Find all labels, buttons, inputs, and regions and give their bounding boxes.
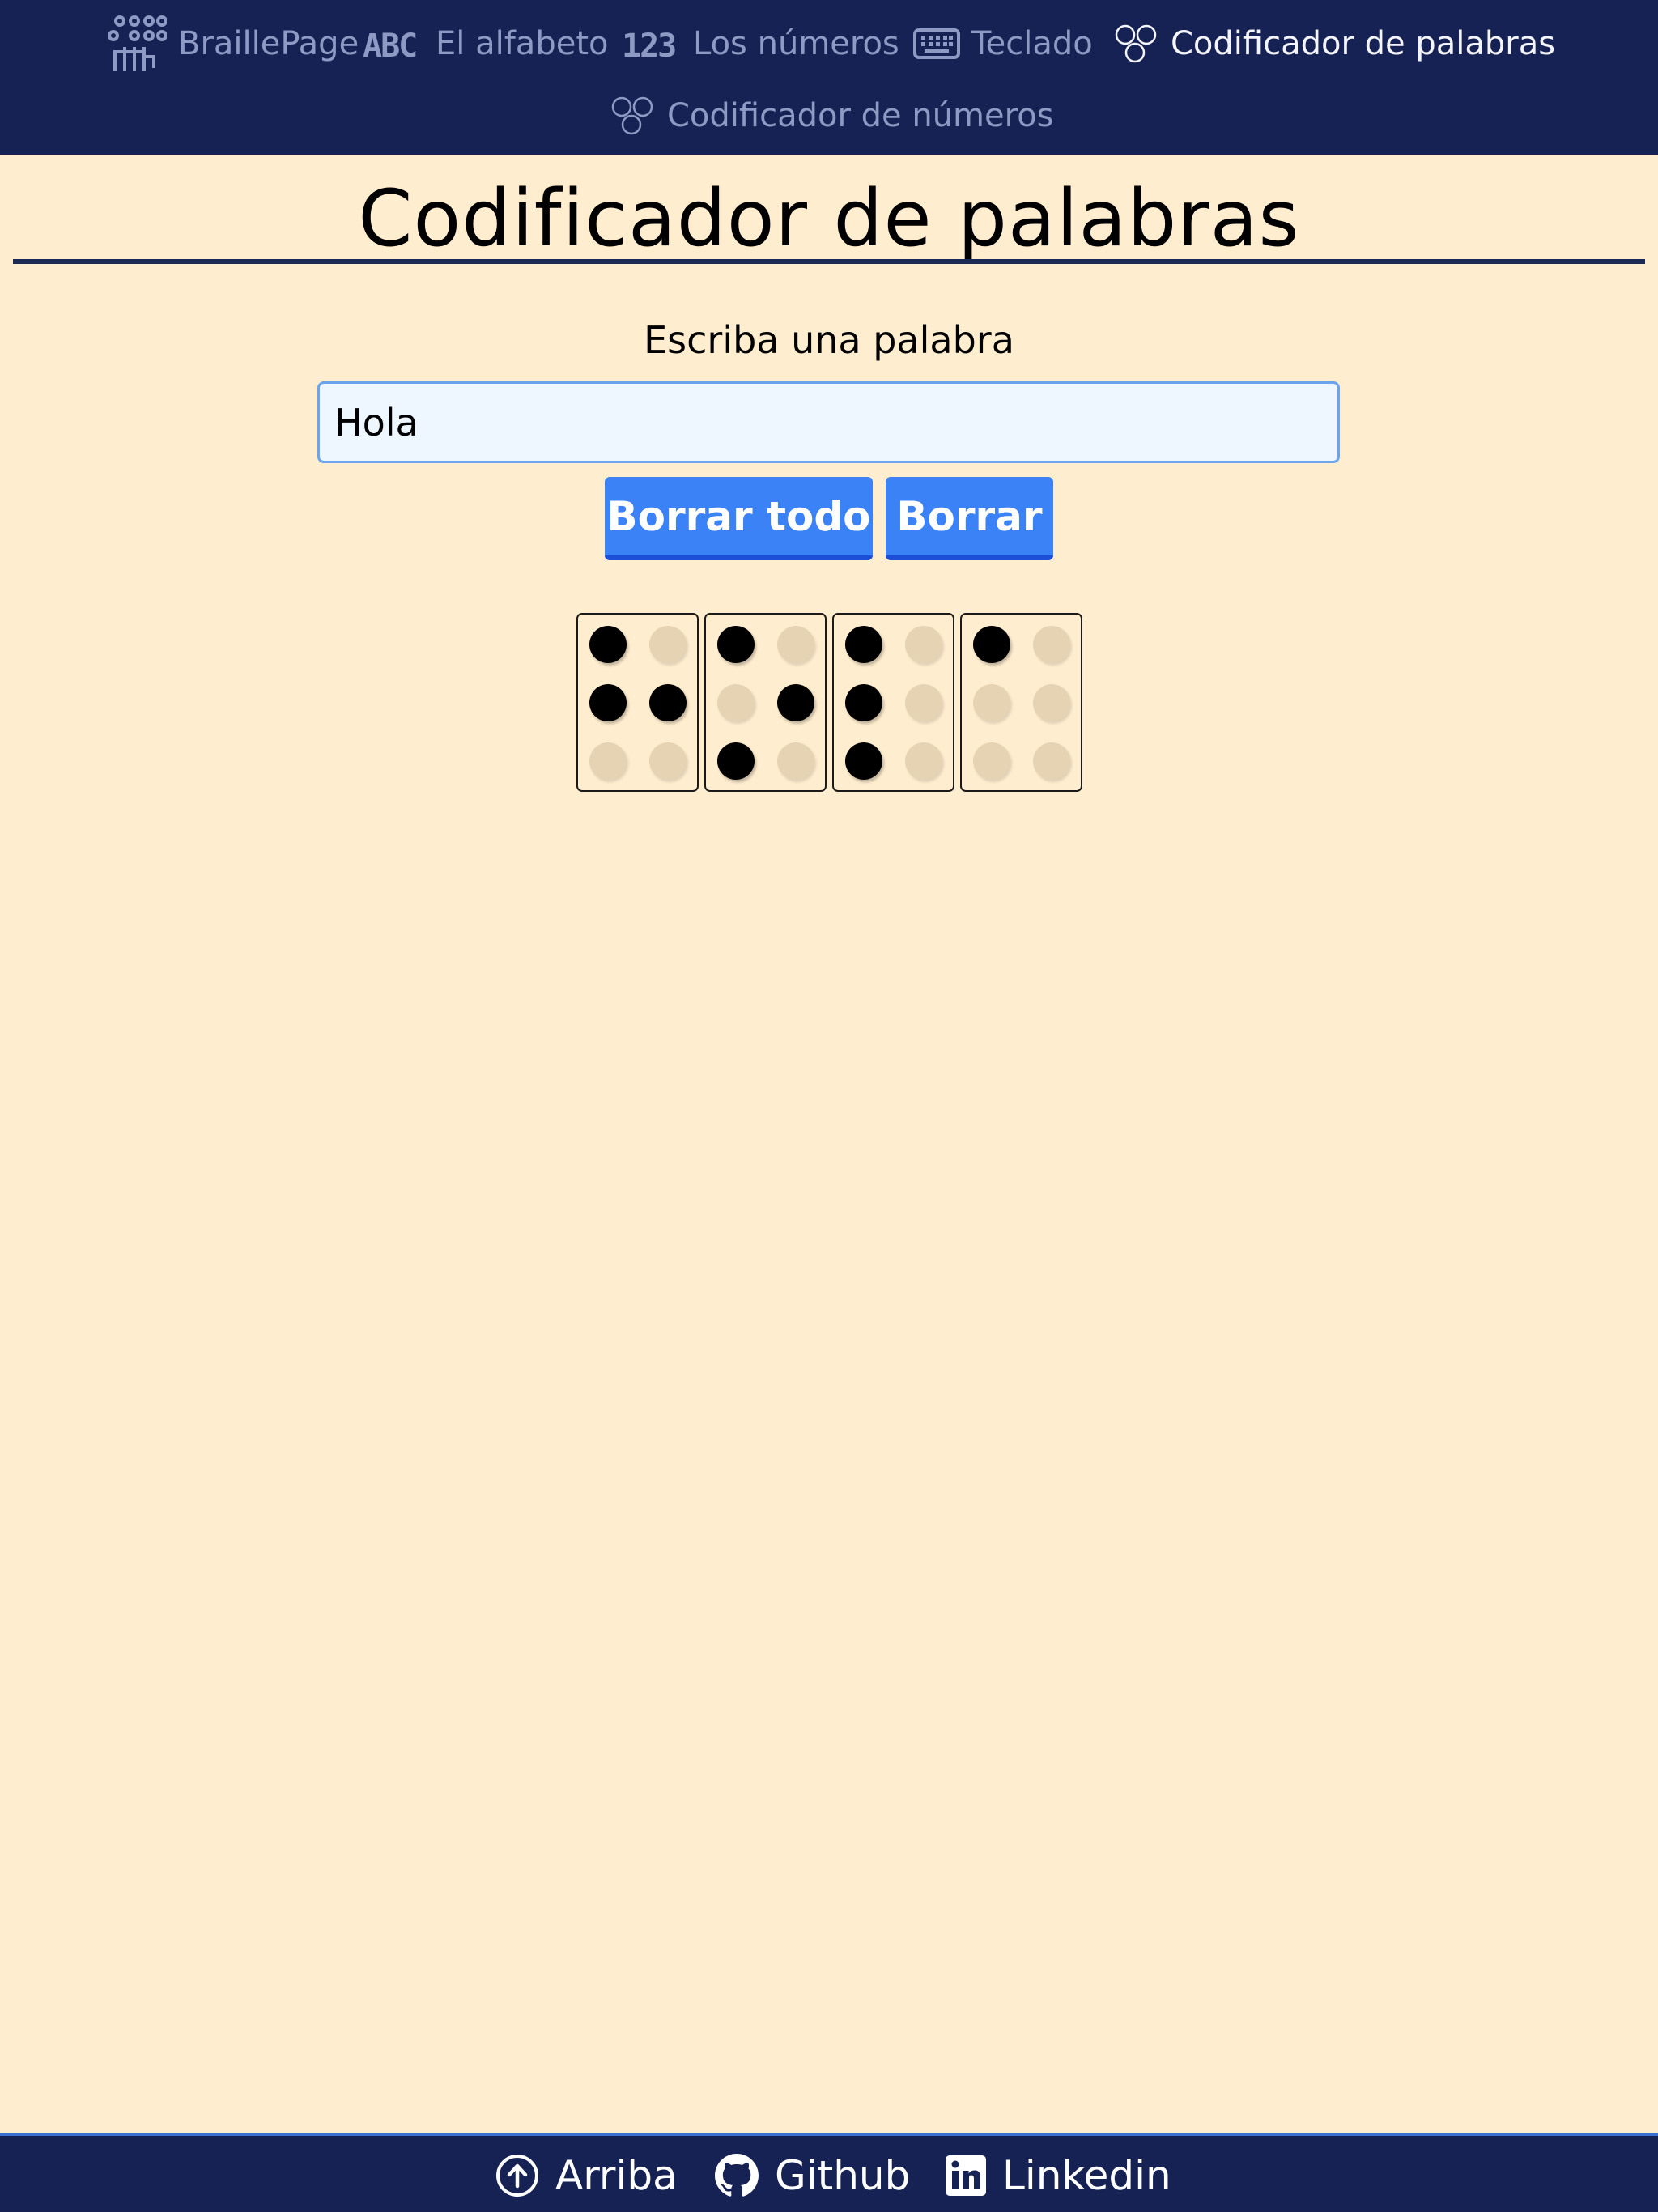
braille-dot-flat bbox=[1033, 742, 1070, 780]
braille-output bbox=[576, 613, 1082, 792]
braille-dot-raised bbox=[717, 742, 755, 780]
braille-dot-flat bbox=[717, 684, 755, 721]
svg-text:123: 123 bbox=[622, 28, 675, 60]
word-input[interactable] bbox=[317, 381, 1340, 463]
braille-dot-flat bbox=[973, 742, 1010, 780]
numbers-123-icon: 123 bbox=[622, 28, 682, 60]
braille-dot-raised bbox=[845, 684, 882, 721]
braille-cell bbox=[576, 613, 699, 792]
braille-cell bbox=[832, 613, 954, 792]
braille-dot-flat bbox=[1033, 626, 1070, 663]
braille-dot-flat bbox=[589, 742, 627, 780]
nav-item-numeros[interactable]: 123 Los números bbox=[622, 15, 899, 73]
footer-link-github[interactable]: Github bbox=[715, 2147, 910, 2204]
page-title: Codificador de palabras bbox=[358, 173, 1300, 264]
braille-dot-flat bbox=[905, 626, 942, 663]
braille-dots-icon bbox=[1114, 23, 1159, 64]
footer-link-label: Linkedin bbox=[1002, 2152, 1171, 2199]
word-input-label: Escriba una palabra bbox=[644, 318, 1014, 362]
nav-label: Codificador de números bbox=[667, 97, 1054, 134]
braille-dot-flat bbox=[973, 684, 1010, 721]
braille-dot-flat bbox=[777, 742, 814, 780]
braille-cell bbox=[960, 613, 1082, 792]
nav-label: Teclado bbox=[971, 25, 1093, 62]
title-divider bbox=[13, 259, 1645, 264]
github-icon bbox=[715, 2154, 759, 2197]
braille-cell bbox=[704, 613, 827, 792]
footer-link-arriba[interactable]: Arriba bbox=[495, 2147, 678, 2204]
abc-icon: ABC bbox=[363, 28, 424, 60]
braille-dot-flat bbox=[649, 742, 687, 780]
braille-dot-raised bbox=[845, 742, 882, 780]
braille-dot-raised bbox=[777, 684, 814, 721]
footer: Arriba Github Linkedin bbox=[0, 2133, 1658, 2212]
nav-item-codificador-numeros[interactable]: Codificador de números bbox=[610, 87, 1054, 145]
nav-item-braillepage[interactable]: BraillePage bbox=[108, 15, 359, 73]
braille-dot-flat bbox=[905, 684, 942, 721]
footer-link-label: Arriba bbox=[555, 2152, 678, 2199]
top-navigation: BraillePage ABC El alfabeto 123 Los núme… bbox=[0, 0, 1658, 155]
braille-dot-flat bbox=[905, 742, 942, 780]
keyboard-icon bbox=[913, 27, 960, 61]
nav-label: Los números bbox=[693, 25, 899, 62]
braille-hand-icon bbox=[108, 15, 167, 73]
nav-label: El alfabeto bbox=[436, 25, 609, 62]
nav-label: BraillePage bbox=[178, 25, 359, 62]
arrow-up-circle-icon bbox=[495, 2154, 539, 2197]
braille-dot-raised bbox=[973, 626, 1010, 663]
braille-dot-raised bbox=[589, 684, 627, 721]
braille-dot-raised bbox=[717, 626, 755, 663]
nav-label: Codificador de palabras bbox=[1171, 25, 1556, 62]
nav-item-codificador-palabras[interactable]: Codificador de palabras bbox=[1114, 15, 1555, 73]
braille-dots-icon bbox=[610, 96, 656, 136]
clear-button[interactable]: Borrar bbox=[886, 477, 1053, 560]
braille-dot-raised bbox=[845, 626, 882, 663]
braille-dot-raised bbox=[589, 626, 627, 663]
svg-text:ABC: ABC bbox=[363, 28, 416, 60]
clear-all-button[interactable]: Borrar todo bbox=[605, 477, 873, 560]
braille-dot-flat bbox=[1033, 684, 1070, 721]
nav-item-alfabeto[interactable]: ABC El alfabeto bbox=[363, 15, 608, 73]
braille-dot-flat bbox=[649, 626, 687, 663]
footer-link-linkedin[interactable]: Linkedin bbox=[946, 2147, 1171, 2204]
braille-dot-raised bbox=[649, 684, 687, 721]
nav-item-teclado[interactable]: Teclado bbox=[913, 15, 1093, 73]
braille-dot-flat bbox=[777, 626, 814, 663]
footer-link-label: Github bbox=[775, 2152, 911, 2199]
linkedin-icon bbox=[946, 2155, 986, 2196]
